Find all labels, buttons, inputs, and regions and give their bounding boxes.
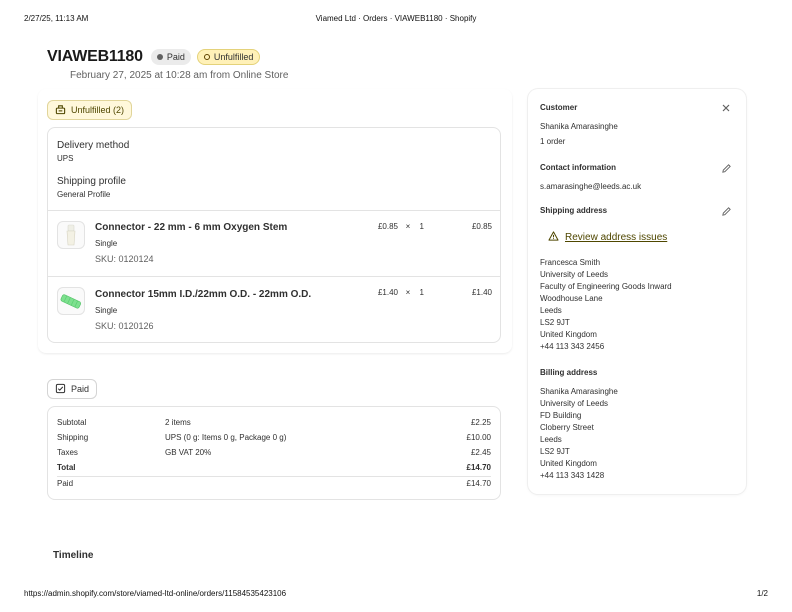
payment-summary-card: Subtotal 2 items £2.25 Shipping UPS (0 g… (47, 406, 501, 500)
print-url: https://admin.shopify.com/store/viamed-l… (24, 589, 287, 598)
item-quantity: 1 (419, 288, 424, 297)
address-line: Woodhouse Lane (540, 294, 603, 303)
address-phone: +44 113 343 2456 (540, 342, 605, 351)
unfulfilled-status-chip: Unfulfilled (2) (47, 100, 133, 120)
fulfillment-box-icon (55, 104, 66, 117)
summary-row-total: Total £14.70 (57, 463, 491, 475)
address-line: FD Building (540, 411, 582, 420)
summary-amount: £2.45 (470, 448, 491, 457)
item-price: £0.85 (377, 222, 398, 231)
summary-row-taxes: Taxes GB VAT 20% £2.45 (57, 448, 491, 460)
delivery-method-label: Delivery method (57, 140, 130, 151)
item-variant: Single (95, 306, 118, 315)
summary-amount: £14.70 (466, 479, 491, 488)
billing-address-title: Billing address (540, 368, 598, 377)
summary-detail: GB VAT 20% (165, 448, 212, 457)
shipping-address-block: Francesca Smith University of Leeds Facu… (540, 257, 672, 353)
shipping-address-title: Shipping address (540, 206, 608, 215)
billing-address-block: Shanika Amarasinghe University of Leeds … (540, 386, 618, 482)
contact-info-title: Contact information (540, 163, 616, 172)
customer-email[interactable]: s.amarasinghe@leeds.ac.uk (540, 181, 641, 193)
paid-status-chip: Paid (47, 379, 98, 399)
summary-label: Shipping (57, 433, 89, 442)
address-line: University of Leeds (540, 270, 609, 279)
white-connector-icon[interactable] (57, 221, 85, 249)
item-quantity: 1 (419, 222, 424, 231)
summary-label: Total (57, 463, 76, 472)
customer-sidebar: Customer Shanika Amarasinghe 1 order Con… (528, 89, 746, 494)
summary-row-shipping: Shipping UPS (0 g: Items 0 g, Package 0 … (57, 433, 491, 445)
summary-detail: 2 items (165, 418, 191, 427)
address-line: Leeds (540, 306, 562, 315)
close-icon[interactable] (720, 102, 732, 114)
summary-row-subtotal: Subtotal 2 items £2.25 (57, 418, 491, 430)
summary-amount: £10.00 (466, 433, 491, 442)
summary-detail: UPS (0 g: Items 0 g, Package 0 g) (165, 433, 287, 442)
address-line: United Kingdom (540, 330, 597, 339)
multiply-sign: × (405, 222, 411, 231)
customer-title: Customer (540, 103, 578, 112)
print-footer: https://admin.shopify.com/store/viamed-l… (24, 589, 768, 601)
ring-icon (203, 54, 210, 60)
order-header: VIAWEB1180 Paid Unfulfilled (47, 47, 261, 67)
print-header: 2/27/25, 11:13 AM Viamed Ltd · Orders · … (24, 14, 768, 26)
summary-label: Taxes (57, 448, 78, 457)
address-line: Shanika Amarasinghe (540, 387, 618, 396)
warning-icon (548, 231, 559, 244)
address-line: Leeds (540, 435, 562, 444)
multiply-sign: × (405, 288, 411, 297)
item-total: £0.85 (471, 222, 492, 231)
fulfillment-status-badge: Unfulfilled (196, 49, 261, 65)
address-line: Francesca Smith (540, 258, 601, 267)
address-line: University of Leeds (540, 399, 609, 408)
customer-orders[interactable]: 1 order (540, 136, 565, 148)
item-sku: SKU: 0120126 (95, 321, 154, 331)
review-address-label[interactable]: Review address issues (565, 232, 667, 243)
line-item: Connector 15mm I.D./22mm O.D. - 22mm O.D… (48, 276, 500, 342)
green-connector-icon[interactable] (57, 287, 85, 315)
receipt-check-icon (55, 383, 66, 396)
shipping-profile-label: Shipping profile (57, 176, 126, 187)
edit-shipping-pencil-icon[interactable] (720, 205, 732, 217)
order-subtitle: February 27, 2025 at 10:28 am from Onlin… (70, 70, 289, 81)
review-address-link[interactable]: Review address issues (548, 231, 667, 244)
summary-divider (57, 476, 491, 477)
summary-amount: £14.70 (466, 463, 491, 472)
summary-row-paid: Paid £14.70 (57, 479, 491, 491)
address-line: Cloberry Street (540, 423, 594, 432)
summary-label: Subtotal (57, 418, 87, 427)
unfulfilled-status-label: Unfulfilled (2) (71, 105, 125, 115)
summary-label: Paid (57, 479, 74, 488)
print-page-number: 1/2 (756, 589, 768, 598)
order-name: VIAWEB1180 (47, 48, 143, 65)
fulfillment-status-label: Unfulfilled (213, 52, 254, 62)
timeline-title: Timeline (53, 550, 94, 561)
delivery-method-value: UPS (57, 154, 74, 163)
line-item: Connector - 22 mm - 6 mm Oxygen Stem Sin… (48, 210, 500, 276)
item-name[interactable]: Connector - 22 mm - 6 mm Oxygen Stem (95, 222, 287, 233)
address-phone: +44 113 343 1428 (540, 471, 605, 480)
address-line: United Kingdom (540, 459, 597, 468)
fulfillment-card: Delivery method UPS Shipping profile Gen… (47, 127, 501, 343)
address-line: LS2 9JT (540, 447, 570, 456)
payment-status-label: Paid (166, 52, 185, 62)
print-title: Viamed Ltd · Orders · VIAWEB1180 · Shopi… (315, 14, 477, 23)
item-variant: Single (95, 239, 118, 248)
address-line: Faculty of Engineering Goods Inward (540, 282, 672, 291)
paid-status-label: Paid (71, 384, 90, 394)
address-line: LS2 9JT (540, 318, 570, 327)
item-sku: SKU: 0120124 (95, 254, 154, 264)
item-total: £1.40 (471, 288, 492, 297)
summary-amount: £2.25 (470, 418, 491, 427)
payment-status-badge: Paid (150, 49, 191, 65)
item-name[interactable]: Connector 15mm I.D./22mm O.D. - 22mm O.D… (95, 289, 311, 300)
edit-contact-pencil-icon[interactable] (720, 162, 732, 174)
shipping-profile-value: General Profile (57, 190, 111, 199)
customer-name[interactable]: Shanika Amarasinghe (540, 121, 618, 133)
dot-icon (156, 54, 163, 60)
item-price: £1.40 (377, 288, 398, 297)
